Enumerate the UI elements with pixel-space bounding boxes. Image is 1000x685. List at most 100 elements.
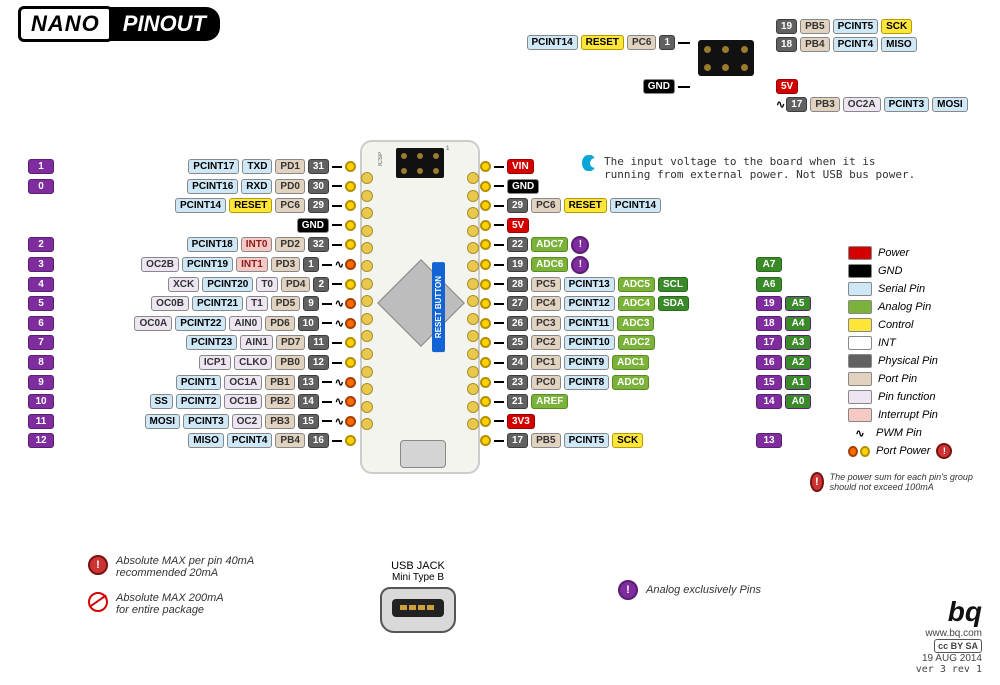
pin-SCK: SCK: [881, 19, 912, 34]
port-dot: [480, 220, 491, 231]
pin-ADC7: ADC7: [531, 237, 568, 252]
eye-icon: [582, 155, 596, 171]
board-pins-right: [466, 172, 480, 430]
pin-ADC3: ADC3: [617, 316, 654, 331]
analog-only-note: ! Analog exclusively Pins: [618, 580, 761, 600]
right-row-11: 23PC0PCINT8ADC0: [480, 374, 649, 391]
pin-SCL: SCL: [658, 277, 688, 292]
right-row-4: 22ADC7!: [480, 236, 589, 253]
icsp-row: ∿17PB3OC2APCINT3MOSI: [776, 96, 968, 113]
pin-PB3: PB3: [810, 97, 839, 112]
pin-GND: GND: [507, 179, 539, 194]
vin-note: The input voltage to the board when it i…: [582, 155, 922, 181]
legend-row: Port Pin: [848, 370, 978, 388]
pin-PD2: PD2: [275, 237, 304, 252]
port-dot: [345, 200, 356, 211]
port-dot: [345, 337, 356, 348]
footer-date: 19 AUG 2014: [916, 653, 982, 664]
pin-OC1B: OC1B: [224, 394, 262, 409]
pin-RESET: RESET: [581, 35, 624, 50]
board-pin: [361, 260, 373, 272]
pin-PCINT19: PCINT19: [182, 257, 233, 272]
port-dot: [480, 416, 491, 427]
arduino-pin-A7: A7: [756, 256, 782, 273]
warn-icon: !: [618, 580, 638, 600]
pin-MISO: MISO: [188, 433, 224, 448]
pinout-diagram: { "title": {"a":"NANO","b":"PINOUT"}, "l…: [0, 0, 1000, 685]
arduino-pin-4: 4: [28, 277, 54, 292]
pin-PCINT3: PCINT3: [183, 414, 229, 429]
port-dot: [345, 279, 356, 290]
right-row-13: 3V3: [480, 413, 535, 430]
pwm-icon: ∿: [335, 317, 342, 330]
pin-25: 25: [507, 335, 528, 350]
port-dot: [480, 200, 491, 211]
right-row-7: 27PC4PCINT12ADC4SDA: [480, 295, 689, 312]
icsp-row: 18PB4PCINT4MISO: [776, 36, 917, 53]
port-dot: [345, 259, 356, 270]
arduino-pin-2: 2: [28, 237, 54, 252]
board-pins-left: [360, 172, 374, 430]
pin-GND: GND: [643, 79, 675, 94]
pin-PD7: PD7: [276, 335, 305, 350]
port-dot: [480, 377, 491, 388]
arduino-pin-16 A2: 16A2: [756, 354, 811, 371]
right-row-0: VIN: [480, 158, 534, 175]
board-pin: [361, 348, 373, 360]
board-pin: [467, 313, 479, 325]
pin-27: 27: [507, 296, 528, 311]
pin-INT1: INT1: [236, 257, 268, 272]
port-dot: [480, 337, 491, 348]
pin-22: 22: [507, 237, 528, 252]
pin-PCINT20: PCINT20: [202, 277, 253, 292]
pin-3V3: 3V3: [507, 414, 535, 429]
pin-18: 18: [776, 37, 797, 52]
pin-TXD: TXD: [242, 159, 272, 174]
arduino-pin-12: 12: [28, 433, 54, 448]
pin-PCINT1: PCINT1: [176, 375, 222, 390]
port-dot: [345, 318, 356, 329]
board-pin: [361, 366, 373, 378]
board-pin: [361, 383, 373, 395]
right-row-6: 28PC5PCINT13ADC5SCL: [480, 276, 688, 293]
license-badge: cc BY SA: [934, 639, 982, 653]
arduino-pin-3: 3: [28, 257, 54, 272]
left-row-1: PCINT16RXDPD030: [187, 178, 356, 195]
right-row-10: 24PC1PCINT9ADC1: [480, 354, 649, 371]
pin-15: 15: [298, 414, 319, 429]
port-dot: [345, 298, 356, 309]
pin-PCINT14: PCINT14: [175, 198, 226, 213]
pin-XCK: XCK: [168, 277, 199, 292]
legend-row: Interrupt Pin: [848, 406, 978, 424]
pin-14: 14: [298, 394, 319, 409]
pin-PC4: PC4: [531, 296, 560, 311]
right-row-2: 29PC6RESETPCINT14: [480, 197, 661, 214]
port-dot: [480, 239, 491, 250]
left-row-2: PCINT14RESETPC629: [175, 197, 356, 214]
pin-PCINT5: PCINT5: [833, 19, 879, 34]
board-pin: [361, 190, 373, 202]
pin-PCINT10: PCINT10: [564, 335, 615, 350]
arduino-pin-18 A4: 18A4: [756, 315, 811, 332]
pin-PC2: PC2: [531, 335, 560, 350]
legend-row: Serial Pin: [848, 280, 978, 298]
left-row-8: OC0APCINT22AIN0PD610∿: [134, 315, 356, 332]
board-pin: [467, 172, 479, 184]
icsp-row: 19PB5PCINT5SCK: [776, 18, 912, 35]
arduino-pin-1: 1: [28, 159, 54, 174]
pin-ADC6: ADC6: [531, 257, 568, 272]
legend-row: ∿PWM Pin: [848, 424, 978, 442]
max-pin-note: ! Absolute MAX per pin 40mA recommended …: [88, 555, 254, 579]
pin-PC1: PC1: [531, 355, 560, 370]
pin-PD0: PD0: [275, 179, 304, 194]
brand-logo: bq: [916, 596, 982, 628]
pin-26: 26: [507, 316, 528, 331]
board-pin: [467, 366, 479, 378]
pwm-icon: ∿: [335, 395, 342, 408]
board-pin: [467, 418, 479, 430]
pin-12: 12: [308, 355, 329, 370]
pin-SCK: SCK: [612, 433, 643, 448]
arduino-pin-11: 11: [28, 414, 54, 429]
usb-port: [400, 440, 446, 468]
pin-28: 28: [507, 277, 528, 292]
